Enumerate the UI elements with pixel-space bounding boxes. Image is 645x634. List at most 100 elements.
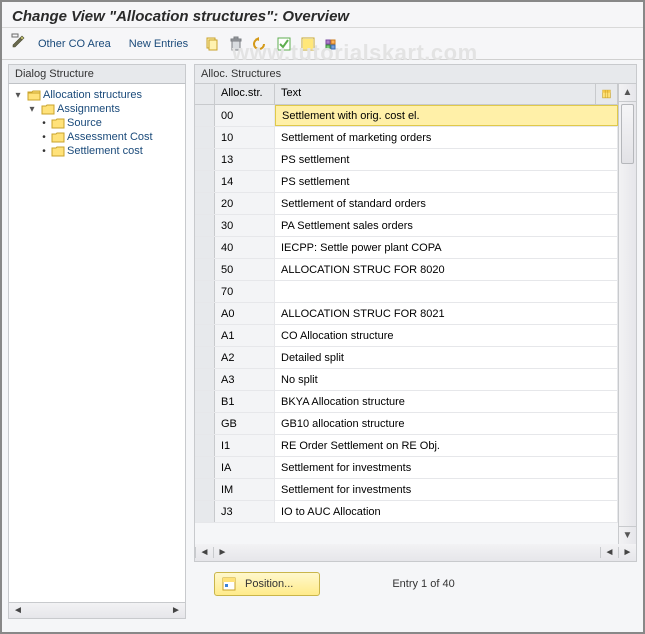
tree-node-assignments[interactable]: ▾ Assignments	[11, 102, 183, 116]
table-row[interactable]: 30PA Settlement sales orders	[195, 215, 618, 237]
cell-alloc-str[interactable]: 10	[215, 127, 275, 148]
row-selector[interactable]	[195, 237, 215, 258]
cell-alloc-str[interactable]: 70	[215, 281, 275, 302]
table-row[interactable]: IMSettlement for investments	[195, 479, 618, 501]
cell-alloc-str[interactable]: 00	[215, 105, 275, 126]
tree-node-source[interactable]: • Source	[11, 116, 183, 130]
row-selector[interactable]	[195, 149, 215, 170]
table-settings-icon[interactable]	[322, 34, 342, 54]
cell-text[interactable]: Settlement of marketing orders	[275, 127, 618, 148]
cell-alloc-str[interactable]: IM	[215, 479, 275, 500]
cell-alloc-str[interactable]: A2	[215, 347, 275, 368]
cell-text[interactable]: ALLOCATION STRUC FOR 8020	[275, 259, 618, 280]
configure-columns-icon[interactable]	[596, 84, 618, 104]
position-button[interactable]: Position...	[214, 572, 320, 596]
table-row[interactable]: GBGB10 allocation structure	[195, 413, 618, 435]
cell-text[interactable]: Settlement of standard orders	[275, 193, 618, 214]
table-row[interactable]: 13PS settlement	[195, 149, 618, 171]
cell-alloc-str[interactable]: 30	[215, 215, 275, 236]
cell-text[interactable]: Settlement for investments	[275, 479, 618, 500]
scroll-thumb[interactable]	[621, 104, 634, 164]
cell-text[interactable]: BKYA Allocation structure	[275, 391, 618, 412]
scroll-right-icon[interactable]: ►	[213, 547, 231, 558]
row-selector[interactable]	[195, 325, 215, 346]
table-row[interactable]: A1CO Allocation structure	[195, 325, 618, 347]
row-selector[interactable]	[195, 479, 215, 500]
cell-text[interactable]: PA Settlement sales orders	[275, 215, 618, 236]
scroll-left-icon[interactable]: ◄	[600, 547, 618, 558]
row-selector[interactable]	[195, 105, 215, 126]
row-selector[interactable]	[195, 303, 215, 324]
cell-alloc-str[interactable]: GB	[215, 413, 275, 434]
scroll-right-icon[interactable]: ►	[618, 547, 636, 558]
cell-text[interactable]: No split	[275, 369, 618, 390]
cell-text[interactable]: RE Order Settlement on RE Obj.	[275, 435, 618, 456]
column-header-alloc-str[interactable]: Alloc.str.	[215, 84, 275, 104]
column-header-text[interactable]: Text	[275, 84, 596, 104]
table-row[interactable]: A0ALLOCATION STRUC FOR 8021	[195, 303, 618, 325]
cell-alloc-str[interactable]: J3	[215, 501, 275, 522]
row-selector[interactable]	[195, 501, 215, 522]
scroll-left-icon[interactable]: ◄	[11, 605, 25, 616]
scroll-down-icon[interactable]: ▼	[619, 526, 636, 544]
table-row[interactable]: 50ALLOCATION STRUC FOR 8020	[195, 259, 618, 281]
delete-icon[interactable]	[226, 34, 246, 54]
table-row[interactable]: 10Settlement of marketing orders	[195, 127, 618, 149]
cell-alloc-str[interactable]: 13	[215, 149, 275, 170]
expand-toggle-icon[interactable]: ▾	[25, 104, 39, 115]
table-row[interactable]: 00Settlement with orig. cost el.	[195, 105, 618, 127]
cell-text[interactable]: IO to AUC Allocation	[275, 501, 618, 522]
grid-h-scrollbar[interactable]: ◄ ► ◄ ►	[194, 544, 637, 562]
table-row[interactable]: A2Detailed split	[195, 347, 618, 369]
row-selector[interactable]	[195, 215, 215, 236]
tree-node-allocation-structures[interactable]: ▾ Allocation structures	[11, 88, 183, 102]
new-entries-button[interactable]: New Entries	[123, 36, 194, 52]
cell-alloc-str[interactable]: 20	[215, 193, 275, 214]
select-all-column[interactable]	[195, 84, 215, 104]
table-row[interactable]: 70	[195, 281, 618, 303]
toggle-edit-icon[interactable]	[10, 33, 26, 54]
cell-text[interactable]: PS settlement	[275, 171, 618, 192]
other-co-area-button[interactable]: Other CO Area	[32, 36, 117, 52]
row-selector[interactable]	[195, 369, 215, 390]
row-selector[interactable]	[195, 457, 215, 478]
cell-alloc-str[interactable]: 50	[215, 259, 275, 280]
row-selector[interactable]	[195, 347, 215, 368]
table-row[interactable]: A3No split	[195, 369, 618, 391]
row-selector[interactable]	[195, 391, 215, 412]
cell-text[interactable]: Settlement for investments	[275, 457, 618, 478]
row-selector[interactable]	[195, 435, 215, 456]
table-row[interactable]: I1RE Order Settlement on RE Obj.	[195, 435, 618, 457]
cell-alloc-str[interactable]: I1	[215, 435, 275, 456]
table-row[interactable]: 20Settlement of standard orders	[195, 193, 618, 215]
cell-text[interactable]	[275, 281, 618, 302]
row-selector[interactable]	[195, 281, 215, 302]
table-row[interactable]: IASettlement for investments	[195, 457, 618, 479]
cell-alloc-str[interactable]: 40	[215, 237, 275, 258]
cell-text[interactable]: ALLOCATION STRUC FOR 8021	[275, 303, 618, 324]
expand-toggle-icon[interactable]: ▾	[11, 90, 25, 101]
cell-text[interactable]: IECPP: Settle power plant COPA	[275, 237, 618, 258]
cell-alloc-str[interactable]: 14	[215, 171, 275, 192]
tree-node-settlement-cost[interactable]: • Settlement cost	[11, 144, 183, 158]
cell-text[interactable]: PS settlement	[275, 149, 618, 170]
cell-alloc-str[interactable]: B1	[215, 391, 275, 412]
copy-icon[interactable]	[202, 34, 222, 54]
cell-alloc-str[interactable]: A3	[215, 369, 275, 390]
table-row[interactable]: 40IECPP: Settle power plant COPA	[195, 237, 618, 259]
scroll-left-icon[interactable]: ◄	[195, 547, 213, 558]
cell-text[interactable]: GB10 allocation structure	[275, 413, 618, 434]
cell-alloc-str[interactable]: A0	[215, 303, 275, 324]
deselect-all-icon[interactable]	[298, 34, 318, 54]
scroll-up-icon[interactable]: ▲	[619, 84, 636, 102]
grid-v-scrollbar[interactable]: ▲ ▼	[618, 84, 636, 544]
cell-text[interactable]: Settlement with orig. cost el.	[275, 105, 618, 126]
row-selector[interactable]	[195, 193, 215, 214]
tree-node-assessment-cost[interactable]: • Assessment Cost	[11, 130, 183, 144]
tree-h-scrollbar[interactable]: ◄ ►	[8, 603, 186, 619]
table-row[interactable]: 14PS settlement	[195, 171, 618, 193]
row-selector[interactable]	[195, 127, 215, 148]
cell-alloc-str[interactable]: A1	[215, 325, 275, 346]
cell-text[interactable]: CO Allocation structure	[275, 325, 618, 346]
row-selector[interactable]	[195, 171, 215, 192]
